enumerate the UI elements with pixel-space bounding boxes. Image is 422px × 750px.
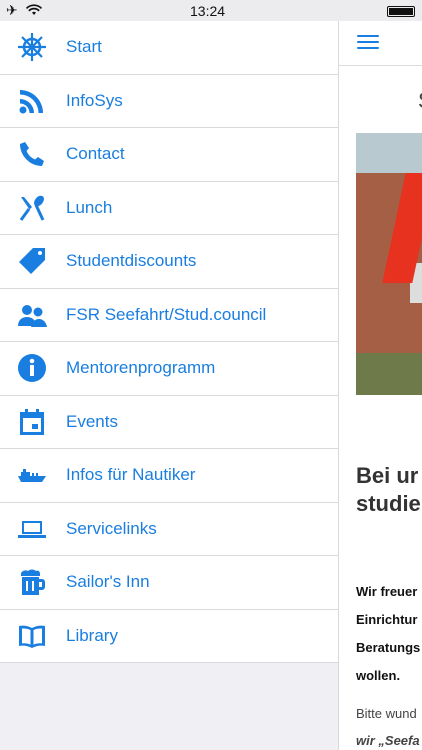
menu-item-label: Studentdiscounts	[66, 251, 197, 271]
fork-spoon-icon	[14, 190, 50, 226]
wifi-icon	[25, 3, 42, 19]
menu-item-label: Start	[66, 37, 102, 57]
menu-item-mentorenprogramm[interactable]: Mentorenprogramm	[0, 342, 338, 396]
menu-item-label: Library	[66, 625, 118, 645]
airplane-icon: ✈	[6, 2, 18, 18]
menu-item-label: Events	[66, 411, 118, 431]
menu-item-fsr[interactable]: FSR Seefahrt/Stud.council	[0, 289, 338, 342]
menu-item-nautiker[interactable]: Infos für Nautiker	[0, 449, 338, 503]
menu-item-sailors-inn[interactable]: Sailor's Inn	[0, 556, 338, 610]
tag-icon	[14, 243, 50, 279]
ships-wheel-icon	[14, 29, 50, 65]
main-content-peek: S Bei ur studie Wir freuer Einrichtur Be…	[338, 0, 422, 750]
rss-icon	[14, 83, 50, 119]
content-heading: Bei ur studie	[356, 463, 421, 516]
status-time: 13:24	[190, 3, 226, 19]
menu-item-label: Contact	[66, 144, 125, 164]
calendar-icon	[14, 404, 50, 440]
menu-item-label: Sailor's Inn	[66, 572, 150, 592]
menu-item-lunch[interactable]: Lunch	[0, 182, 338, 235]
menu-item-start[interactable]: Start	[0, 21, 338, 75]
status-icons: ✈	[6, 2, 42, 19]
content-paragraph-2: Bitte wund wir „Seefa	[356, 706, 420, 748]
menu-item-studentdiscounts[interactable]: Studentdiscounts	[0, 235, 338, 289]
status-bar: ✈ 13:24	[0, 0, 422, 21]
menu-item-label: Infos für Nautiker	[66, 465, 196, 485]
menu-item-events[interactable]: Events	[0, 396, 338, 449]
menu-item-servicelinks[interactable]: Servicelinks	[0, 503, 338, 556]
nav-drawer: Start InfoSys Contact Lunch Studentdisco…	[0, 21, 338, 750]
laptop-icon	[14, 511, 50, 547]
menu-item-label: Servicelinks	[66, 518, 157, 538]
menu-item-label: FSR Seefahrt/Stud.council	[66, 304, 267, 324]
menu-item-library[interactable]: Library	[0, 610, 338, 663]
info-icon	[14, 350, 50, 386]
menu-item-label: Lunch	[66, 197, 113, 217]
beer-mug-icon	[14, 564, 50, 600]
menu-item-label: Mentorenprogramm	[66, 358, 216, 378]
ship-icon	[14, 457, 50, 493]
hamburger-menu-icon[interactable]	[357, 35, 379, 50]
menu-item-label: InfoSys	[66, 90, 123, 110]
menu-item-contact[interactable]: Contact	[0, 128, 338, 182]
nav-menu: Start InfoSys Contact Lunch Studentdisco…	[0, 21, 338, 663]
people-icon	[14, 297, 50, 333]
phone-icon	[14, 136, 50, 172]
battery-icon	[387, 6, 415, 17]
page-title: S	[418, 88, 422, 114]
header-photo	[356, 133, 422, 395]
content-paragraph: Wir freuer Einrichtur Beratungs wollen.	[356, 584, 421, 683]
menu-item-infosys[interactable]: InfoSys	[0, 75, 338, 128]
book-icon	[14, 618, 50, 654]
